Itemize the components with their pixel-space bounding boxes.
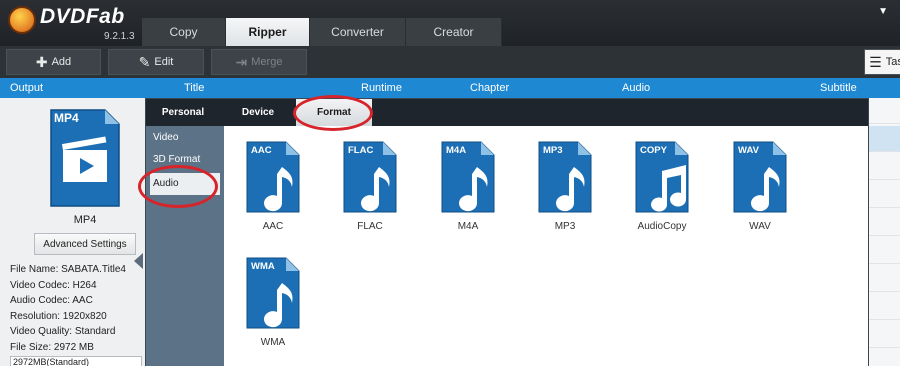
tab-device[interactable]: Device bbox=[220, 99, 296, 126]
format-mp3-tile[interactable]: MP3 MP3 bbox=[520, 141, 610, 232]
column-output: Output bbox=[10, 82, 44, 94]
tab-personal[interactable]: Personal bbox=[146, 99, 220, 126]
resolution-info: Resolution: 1920x820 bbox=[10, 310, 107, 322]
format-label: M4A bbox=[457, 221, 479, 232]
single-note-file-icon: WAV bbox=[733, 141, 787, 213]
merge-button[interactable]: ⇥ Merge bbox=[211, 49, 307, 75]
tab-converter[interactable]: Converter bbox=[310, 18, 406, 46]
format-wav-tile[interactable]: WAV WAV bbox=[715, 141, 805, 232]
column-chapter[interactable]: Chapter bbox=[470, 82, 509, 94]
format-wma-tile[interactable]: WMA WMA bbox=[228, 257, 318, 348]
annotation-circle-audio bbox=[138, 165, 218, 208]
tab-copy[interactable]: Copy bbox=[142, 18, 226, 46]
single-note-file-icon: WMA bbox=[246, 257, 300, 329]
edit-button-label: Edit bbox=[154, 56, 174, 68]
double-note-file-icon: COPY bbox=[635, 141, 689, 213]
app-version: 9.2.1.3 bbox=[104, 31, 135, 42]
title-bar: DVDFab 9.2.1.3 Copy Ripper Converter Cre… bbox=[0, 0, 900, 46]
profile-selector-popup: Personal Device Format Video 3D Format A… bbox=[145, 98, 869, 366]
task-button-label: Tas bbox=[885, 56, 900, 68]
merge-button-label: Merge bbox=[251, 56, 283, 68]
video-codec-info: Video Codec: H264 bbox=[10, 279, 97, 291]
column-subtitle[interactable]: Subtitle bbox=[820, 82, 857, 94]
audio-codec-info: Audio Codec: AAC bbox=[10, 295, 93, 306]
single-note-file-icon: FLAC bbox=[343, 141, 397, 213]
single-note-file-icon: MP3 bbox=[538, 141, 592, 213]
format-label: MP3 bbox=[554, 221, 576, 232]
table-row[interactable] bbox=[868, 266, 900, 292]
format-tag: M4A bbox=[446, 145, 466, 156]
app-name: DVDFab bbox=[40, 5, 125, 28]
plus-icon: ✚ bbox=[35, 53, 48, 70]
menu-dropdown-icon[interactable]: ▼ bbox=[878, 6, 888, 17]
table-row[interactable] bbox=[868, 154, 900, 180]
table-row[interactable] bbox=[868, 294, 900, 320]
merge-icon: ⇥ bbox=[235, 53, 248, 70]
advanced-settings-button[interactable]: Advanced Settings bbox=[34, 233, 136, 255]
file-info: File Name: SABATA.Title4 Video Codec: H2… bbox=[10, 262, 126, 355]
video-quality-info: Video Quality: Standard bbox=[10, 326, 116, 337]
profile-tabs: Personal Device Format bbox=[146, 99, 868, 126]
format-label: FLAC bbox=[357, 221, 383, 232]
table-row[interactable] bbox=[868, 182, 900, 208]
format-tag: FLAC bbox=[348, 145, 373, 156]
single-note-file-icon: AAC bbox=[246, 141, 300, 213]
column-title[interactable]: Title bbox=[184, 82, 204, 94]
format-aac-tile[interactable]: AAC AAC bbox=[228, 141, 318, 232]
table-row[interactable] bbox=[868, 322, 900, 348]
list-icon: ☰ bbox=[869, 53, 882, 70]
file-size-info: File Size: 2972 MB bbox=[10, 341, 94, 353]
format-tag: MP3 bbox=[543, 145, 563, 156]
format-grid: AAC AAC FLAC FLAC M4A M4A MP3 MP3 COPY AudioCopy W… bbox=[224, 126, 868, 366]
mp4-icon-tag: MP4 bbox=[54, 111, 79, 125]
format-categories: Video 3D Format Audio bbox=[146, 126, 224, 366]
format-tag: WMA bbox=[251, 261, 275, 272]
toolbar: ✚ Add ✎ Edit ⇥ Merge ☰ Tas bbox=[0, 46, 900, 78]
annotation-circle-format bbox=[293, 95, 373, 131]
format-m4a-tile[interactable]: M4A M4A bbox=[423, 141, 513, 232]
caret-left-icon[interactable] bbox=[134, 253, 143, 269]
disc-icon bbox=[8, 6, 36, 34]
format-label: WMA bbox=[260, 337, 286, 348]
format-label: AAC bbox=[262, 221, 284, 232]
table-row[interactable] bbox=[868, 98, 900, 124]
category-video[interactable]: Video bbox=[146, 127, 224, 149]
format-tag: AAC bbox=[251, 145, 272, 156]
mp4-profile-icon[interactable]: MP4 bbox=[49, 108, 121, 211]
format-audiocopy-tile[interactable]: COPY AudioCopy bbox=[617, 141, 707, 232]
table-row-selected[interactable] bbox=[868, 126, 900, 152]
title-list bbox=[868, 98, 900, 366]
dvdfab-logo: DVDFab 9.2.1.3 bbox=[8, 4, 148, 42]
format-tag: WAV bbox=[738, 145, 760, 156]
column-runtime[interactable]: Runtime bbox=[361, 82, 402, 94]
edit-icon: ✎ bbox=[138, 53, 151, 70]
file-name-info: File Name: SABATA.Title4 bbox=[10, 264, 126, 275]
file-size-select[interactable]: 2972MB(Standard) bbox=[10, 356, 142, 366]
add-button-label: Add bbox=[51, 56, 72, 68]
add-button[interactable]: ✚ Add bbox=[6, 49, 101, 75]
tab-ripper[interactable]: Ripper bbox=[226, 18, 310, 46]
edit-button[interactable]: ✎ Edit bbox=[108, 49, 204, 75]
format-label: AudioCopy bbox=[637, 221, 687, 232]
task-queue-button[interactable]: ☰ Tas bbox=[864, 49, 900, 75]
column-audio[interactable]: Audio bbox=[622, 82, 650, 94]
table-row[interactable] bbox=[868, 210, 900, 236]
format-label: WAV bbox=[749, 221, 771, 232]
output-profile-panel: MP4 MP4 Advanced Settings File Name: SAB… bbox=[0, 98, 145, 366]
module-tabs: Copy Ripper Converter Creator bbox=[142, 18, 502, 46]
format-tag: COPY bbox=[640, 145, 668, 156]
single-note-file-icon: M4A bbox=[441, 141, 495, 213]
table-row[interactable] bbox=[868, 238, 900, 264]
format-flac-tile[interactable]: FLAC FLAC bbox=[325, 141, 415, 232]
title-list-header: Output Title Runtime Chapter Audio Subti… bbox=[0, 78, 900, 98]
tab-creator[interactable]: Creator bbox=[406, 18, 502, 46]
